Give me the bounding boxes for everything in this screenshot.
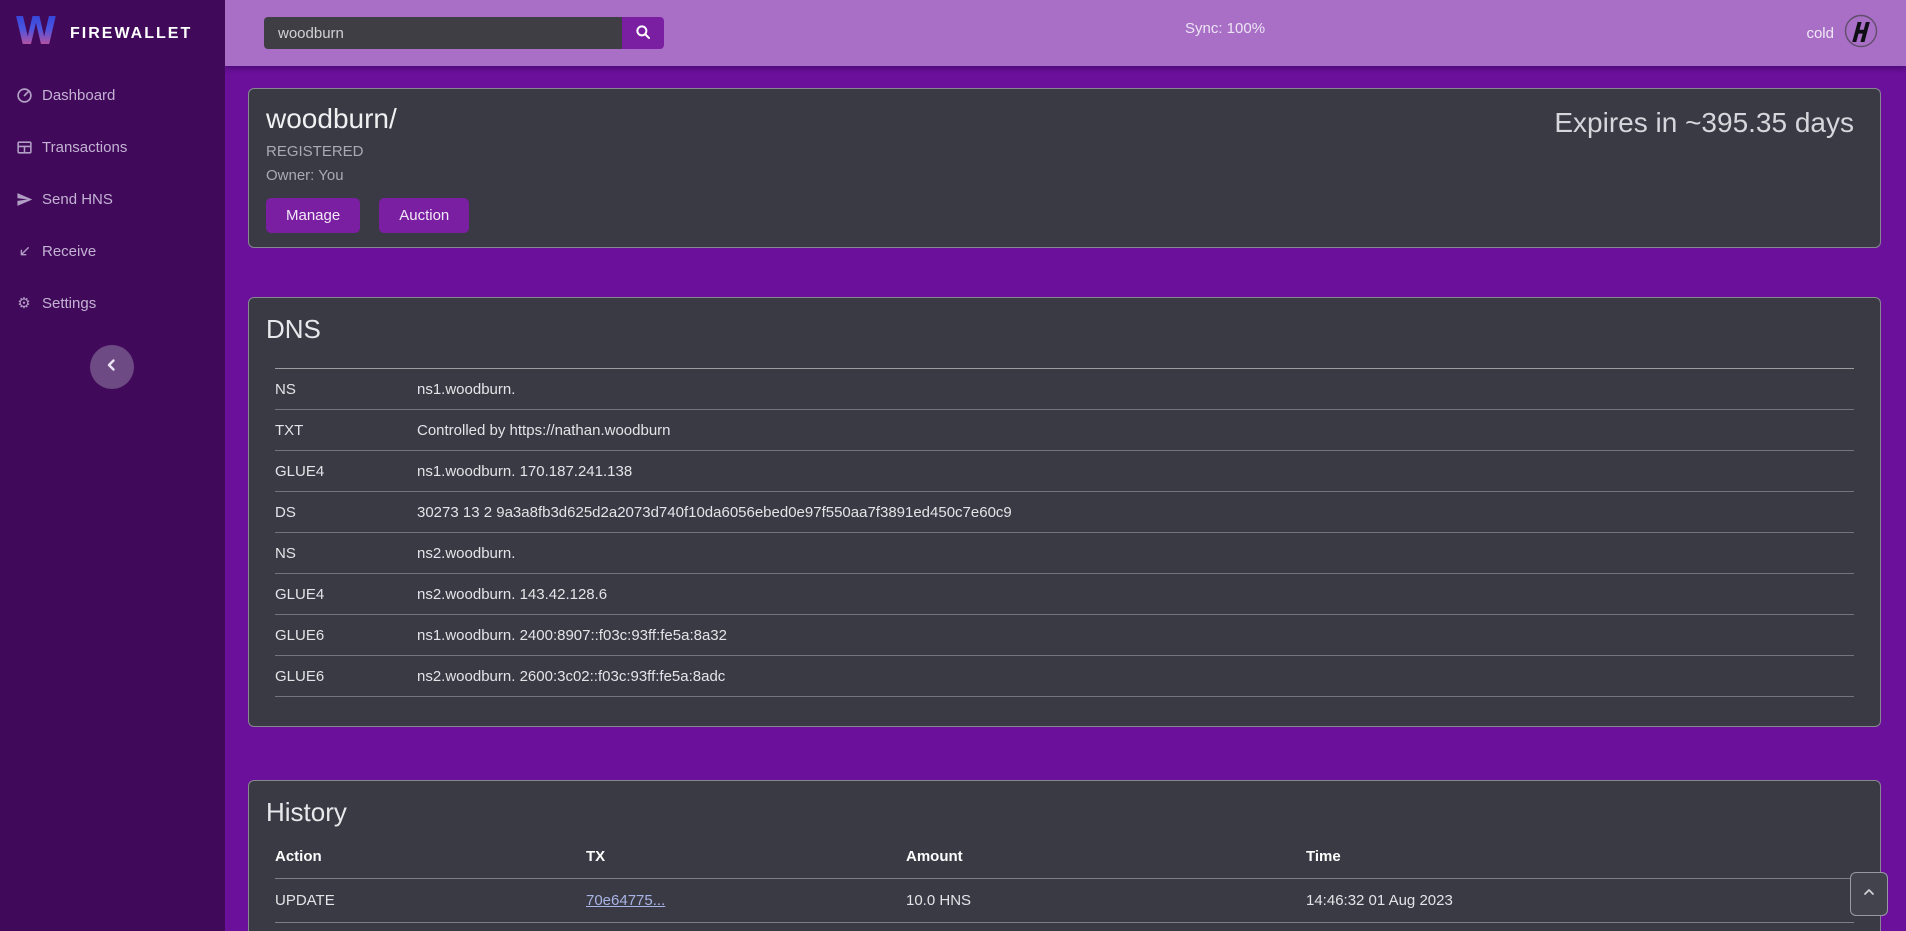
scroll-to-top-button[interactable] (1850, 872, 1888, 916)
dns-title: DNS (266, 314, 1854, 345)
dns-record-type: GLUE4 (275, 463, 417, 480)
sidebar-item-label: Send HNS (42, 191, 113, 208)
dns-record-value: Controlled by https://nathan.woodburn (417, 422, 1854, 439)
dns-record-row: GLUE4 ns2.woodburn. 143.42.128.6 (275, 574, 1854, 615)
transactions-table-icon (15, 138, 33, 156)
history-row: RENEW d7b04f5... 10.0 HNS 15:47:36 07 Fe… (275, 922, 1854, 931)
chevron-left-icon (103, 356, 121, 379)
domain-actions: Manage Auction (266, 198, 1856, 233)
dns-record-value: ns2.woodburn. 143.42.128.6 (417, 586, 1854, 603)
sidebar-item-receive[interactable]: Receive (0, 241, 225, 261)
receive-arrow-icon (15, 242, 33, 260)
app-screen: W FIREWALLET Dashboard T (0, 0, 1906, 931)
sidebar-item-dashboard[interactable]: Dashboard (0, 85, 225, 105)
history-row: UPDATE 70e64775... 10.0 HNS 14:46:32 01 … (275, 878, 1854, 922)
search-input[interactable] (264, 17, 622, 49)
search-button[interactable] (622, 17, 664, 49)
dns-record-row: NS ns2.woodburn. (275, 533, 1854, 574)
history-amount: 10.0 HNS (906, 892, 1306, 909)
dns-record-row: TXT Controlled by https://nathan.woodbur… (275, 410, 1854, 451)
history-time: 14:46:32 01 Aug 2023 (1306, 892, 1854, 909)
dashboard-gauge-icon (15, 86, 33, 104)
brand-logo: W FIREWALLET (0, 0, 225, 67)
history-table-header: Action TX Amount Time (275, 834, 1854, 878)
wallet-selector[interactable]: cold (1806, 0, 1878, 66)
firewallet-logo-icon: W (14, 8, 58, 59)
dns-record-row: NS ns1.woodburn. (275, 369, 1854, 410)
dns-record-value: 30273 13 2 9a3a8fb3d625d2a2073d740f10da6… (417, 504, 1854, 521)
sidebar-collapse-button[interactable] (90, 345, 134, 389)
dns-record-type: GLUE4 (275, 586, 417, 603)
main-content: woodburn/ REGISTERED Owner: You Manage A… (225, 66, 1906, 931)
sidebar-nav: Dashboard Transactions Send HNS (0, 85, 225, 313)
domain-card: woodburn/ REGISTERED Owner: You Manage A… (248, 88, 1881, 248)
sidebar-item-label: Transactions (42, 139, 127, 156)
dns-record-value: ns2.woodburn. 2600:3c02::f03c:93ff:fe5a:… (417, 668, 1854, 685)
sidebar: W FIREWALLET Dashboard T (0, 0, 225, 931)
dns-record-type: NS (275, 381, 417, 398)
history-action: UPDATE (275, 892, 586, 909)
search-icon (634, 23, 652, 44)
domain-owner: Owner: You (266, 167, 1856, 184)
dns-record-type: TXT (275, 422, 417, 439)
dns-record-type: NS (275, 545, 417, 562)
send-plane-icon (15, 190, 33, 208)
sidebar-item-transactions[interactable]: Transactions (0, 137, 225, 157)
dns-table: NS ns1.woodburn. TXT Controlled by https… (275, 368, 1854, 697)
column-header-time: Time (1306, 848, 1854, 865)
dns-record-value: ns1.woodburn. (417, 381, 1854, 398)
auction-button[interactable]: Auction (379, 198, 469, 233)
manage-button[interactable]: Manage (266, 198, 360, 233)
dns-record-row: GLUE4 ns1.woodburn. 170.187.241.138 (275, 451, 1854, 492)
chevron-up-icon (1861, 884, 1877, 905)
svg-text:W: W (15, 9, 57, 53)
dns-record-row: GLUE6 ns1.woodburn. 2400:8907::f03c:93ff… (275, 615, 1854, 656)
history-card: History Action TX Amount Time UPDATE 70e… (248, 780, 1881, 931)
dns-record-row: GLUE6 ns2.woodburn. 2600:3c02::f03c:93ff… (275, 656, 1854, 697)
dns-record-value: ns2.woodburn. (417, 545, 1854, 562)
sidebar-item-settings[interactable]: ⚙ Settings (0, 293, 225, 313)
handshake-logo-icon (1844, 14, 1878, 53)
settings-gear-icon: ⚙ (15, 294, 33, 312)
sync-status: Sync: 100% (1185, 20, 1265, 37)
dns-record-row: DS 30273 13 2 9a3a8fb3d625d2a2073d740f10… (275, 492, 1854, 533)
dns-record-value: ns1.woodburn. 2400:8907::f03c:93ff:fe5a:… (417, 627, 1854, 644)
search-bar (264, 17, 664, 49)
sidebar-item-label: Settings (42, 295, 96, 312)
column-header-tx: TX (586, 848, 906, 865)
sidebar-item-label: Receive (42, 243, 96, 260)
tx-link[interactable]: 70e64775... (586, 892, 665, 909)
history-title: History (266, 797, 1854, 828)
dns-card: DNS NS ns1.woodburn. TXT Controlled by h… (248, 297, 1881, 727)
column-header-amount: Amount (906, 848, 1306, 865)
dns-record-type: GLUE6 (275, 668, 417, 685)
column-header-action: Action (275, 848, 586, 865)
topbar: Sync: 100% cold (225, 0, 1906, 66)
domain-expiry: Expires in ~395.35 days (1554, 107, 1854, 139)
history-table: Action TX Amount Time UPDATE 70e64775...… (275, 834, 1854, 931)
sidebar-item-send-hns[interactable]: Send HNS (0, 189, 225, 209)
dns-record-type: DS (275, 504, 417, 521)
domain-status: REGISTERED (266, 143, 1856, 160)
dns-record-type: GLUE6 (275, 627, 417, 644)
brand-name: FIREWALLET (70, 25, 192, 43)
wallet-name: cold (1806, 25, 1834, 42)
sidebar-item-label: Dashboard (42, 87, 115, 104)
dns-record-value: ns1.woodburn. 170.187.241.138 (417, 463, 1854, 480)
